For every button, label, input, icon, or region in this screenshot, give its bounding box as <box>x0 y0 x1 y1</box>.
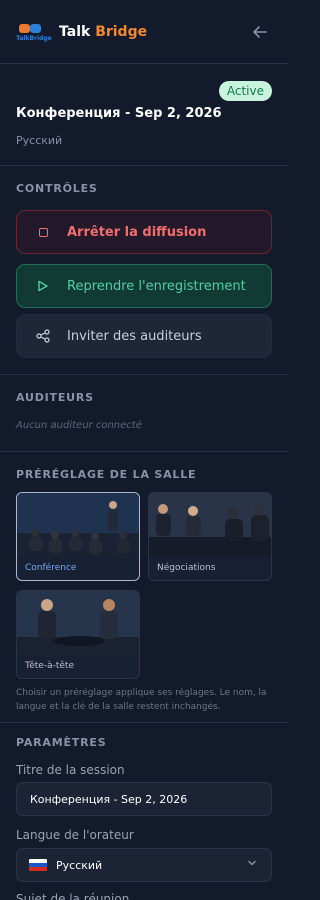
controls-heading: CONTRÔLES <box>16 182 98 195</box>
app-title: Talk Bridge <box>59 24 147 40</box>
brand-accent: Bridge <box>95 23 148 40</box>
session-title: Конференция - Sep 2, 2026 <box>16 106 222 121</box>
speaker-language-label: Langue de l'orateur <box>16 828 134 842</box>
chevron-down-icon <box>247 858 257 871</box>
status-badge: Active <box>218 81 272 101</box>
stop-broadcast-label: Arrêter la diffusion <box>67 224 207 240</box>
settings-heading: PARAMÈTRES <box>16 736 107 749</box>
presets-heading: PRÉRÉGLAGE DE LA SALLE <box>16 468 197 481</box>
divider <box>0 722 288 723</box>
preset-conference-label: Conférence <box>25 563 77 573</box>
invite-listeners-label: Inviter des auditeurs <box>67 328 202 344</box>
invite-listeners-button[interactable]: Inviter des auditeurs <box>16 314 272 358</box>
resume-recording-button[interactable]: Reprendre l'enregistrement <box>16 264 272 308</box>
share-icon <box>35 328 51 344</box>
presets-hint: Choisir un préréglage applique ses régla… <box>16 688 267 712</box>
preset-negotiations[interactable]: Négociations <box>148 492 272 581</box>
preset-one-on-one[interactable]: Tête-à-tête <box>16 590 140 679</box>
speaker-language-value: Русский <box>56 858 103 872</box>
preset-negotiations-image <box>149 493 271 557</box>
session-language: Русский <box>16 134 63 147</box>
russia-flag-icon <box>29 859 47 871</box>
preset-negotiations-label: Négociations <box>157 563 216 573</box>
app-header: TalkBridge Talk Bridge <box>0 0 288 64</box>
play-icon <box>35 278 51 294</box>
preset-one-on-one-label: Tête-à-tête <box>25 661 74 671</box>
preset-conference-image <box>17 493 139 557</box>
session-title-input[interactable] <box>16 782 272 816</box>
session-title-label: Titre de la session <box>16 763 125 777</box>
meeting-topic-label: Sujet de la réunion <box>16 892 130 900</box>
divider <box>0 451 288 452</box>
preset-one-on-one-image <box>17 591 139 655</box>
stop-icon <box>35 224 51 240</box>
resume-recording-label: Reprendre l'enregistrement <box>67 278 246 294</box>
brand-prefix: Talk <box>59 23 91 40</box>
arrow-left-icon[interactable] <box>250 20 270 44</box>
speaker-language-select[interactable]: Русский <box>16 848 272 882</box>
listeners-empty-text: Aucun auditeur connecté <box>16 420 142 431</box>
listeners-heading: AUDITEURS <box>16 391 94 404</box>
preset-conference[interactable]: Conférence <box>16 492 140 581</box>
divider <box>0 374 288 375</box>
talkbridge-logo: TalkBridge <box>16 20 52 44</box>
stop-broadcast-button[interactable]: Arrêter la diffusion <box>16 210 272 254</box>
divider <box>0 165 288 166</box>
